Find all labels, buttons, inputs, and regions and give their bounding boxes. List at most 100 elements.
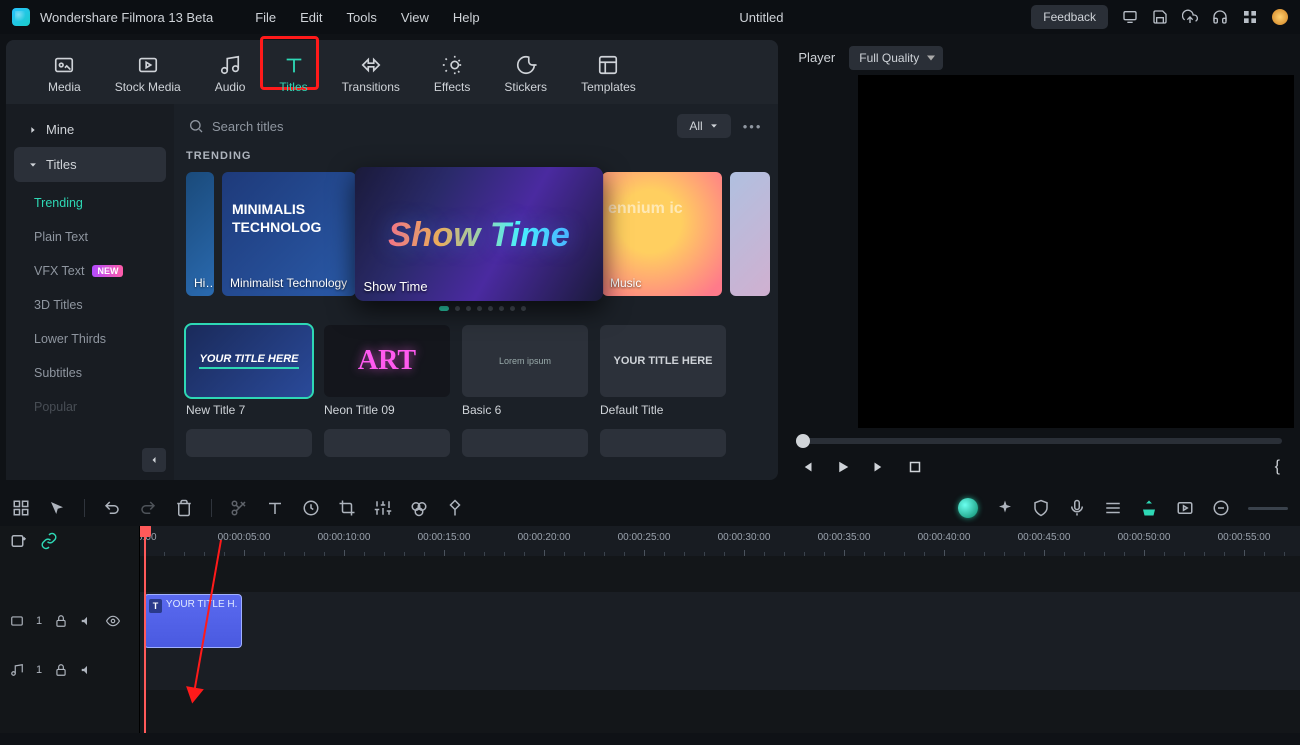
link-icon[interactable] <box>40 532 58 550</box>
expand-icon[interactable]: { <box>1262 458 1280 476</box>
sidebar-item-mine[interactable]: Mine <box>14 112 166 147</box>
title-card[interactable]: YOUR TITLE HERENew Title 7 <box>186 325 312 417</box>
quality-dropdown[interactable]: Full Quality <box>849 46 943 70</box>
mixer-icon[interactable] <box>1104 499 1122 517</box>
adjust-icon[interactable] <box>374 499 392 517</box>
delete-button[interactable] <box>175 499 193 517</box>
audio-track-header[interactable]: 1 <box>0 650 139 690</box>
eye-icon[interactable] <box>106 614 120 628</box>
menu-help[interactable]: Help <box>453 10 480 25</box>
track-area[interactable]: 00:0000:00:05:0000:00:10:0000:00:15:0000… <box>140 526 1300 733</box>
filter-dropdown[interactable]: All <box>677 114 730 138</box>
sidebar-sub-trending[interactable]: Trending <box>22 186 166 220</box>
title-card[interactable]: YOUR TITLE HEREDefault Title <box>600 325 726 417</box>
text-tool-icon[interactable] <box>266 499 284 517</box>
title-thumb[interactable]: ART <box>324 325 450 397</box>
mic-icon[interactable] <box>1068 499 1086 517</box>
prev-frame-button[interactable] <box>798 458 816 476</box>
clip-label: YOUR TITLE H... <box>166 599 237 610</box>
keyframe-icon[interactable] <box>446 499 464 517</box>
tab-stock-media[interactable]: Stock Media <box>109 48 187 104</box>
tab-effects[interactable]: Effects <box>428 48 476 104</box>
tab-titles[interactable]: Titles <box>273 48 313 104</box>
crop-icon[interactable] <box>338 499 356 517</box>
audio-track[interactable] <box>140 650 1300 690</box>
cloud-upload-icon[interactable] <box>1182 9 1198 25</box>
undo-button[interactable] <box>103 499 121 517</box>
ai-assistant-icon[interactable] <box>958 498 978 518</box>
lock-icon[interactable] <box>54 614 68 628</box>
zoom-out-icon[interactable] <box>1212 499 1230 517</box>
tab-stickers[interactable]: Stickers <box>498 48 553 104</box>
next-frame-button[interactable] <box>870 458 888 476</box>
sidebar-sub-subtitles[interactable]: Subtitles <box>22 356 166 390</box>
avatar[interactable] <box>1272 9 1288 25</box>
split-button[interactable] <box>230 499 248 517</box>
title-card[interactable]: Lorem ipsumBasic 6 <box>462 325 588 417</box>
search-input[interactable]: Search titles <box>186 118 669 134</box>
menu-view[interactable]: View <box>401 10 429 25</box>
marker-icon[interactable] <box>1140 499 1158 517</box>
title-card-loading <box>600 429 726 457</box>
section-heading: TRENDING <box>186 150 778 162</box>
trending-card[interactable]: Hi… <box>186 172 214 296</box>
sidebar-item-titles[interactable]: Titles <box>14 147 166 182</box>
play-button[interactable] <box>834 458 852 476</box>
redo-button[interactable] <box>139 499 157 517</box>
player-progress[interactable] <box>796 438 1282 444</box>
cursor-icon[interactable] <box>48 499 66 517</box>
video-track[interactable]: T YOUR TITLE H... <box>140 592 1300 650</box>
headphones-icon[interactable] <box>1212 9 1228 25</box>
sidebar-sub-lower-thirds[interactable]: Lower Thirds <box>22 322 166 356</box>
time-ruler[interactable]: 00:0000:00:05:0000:00:10:0000:00:15:0000… <box>140 526 1300 556</box>
color-icon[interactable] <box>410 499 428 517</box>
sparkle-icon[interactable] <box>996 499 1014 517</box>
carousel-pager[interactable] <box>186 306 778 311</box>
timeline-toolbar <box>0 490 1300 526</box>
monitor-icon[interactable] <box>1122 9 1138 25</box>
app-title: Wondershare Filmora 13 Beta <box>40 10 213 25</box>
title-thumb[interactable]: YOUR TITLE HERE <box>186 325 312 397</box>
sidebar-sub-popular[interactable]: Popular <box>22 390 166 424</box>
add-track-icon[interactable] <box>10 532 28 550</box>
lock-icon[interactable] <box>54 663 68 677</box>
sidebar-sub-vfx-text[interactable]: VFX TextNEW <box>22 254 166 288</box>
title-thumb[interactable]: YOUR TITLE HERE <box>600 325 726 397</box>
collapse-sidebar-button[interactable] <box>142 448 166 472</box>
tab-media[interactable]: Media <box>42 48 87 104</box>
trending-card[interactable]: MINIMALIS TECHNOLOGMinimalist Technology <box>222 172 356 296</box>
speed-icon[interactable] <box>302 499 320 517</box>
layout-icon[interactable] <box>12 499 30 517</box>
save-icon[interactable] <box>1152 9 1168 25</box>
apps-grid-icon[interactable] <box>1242 9 1258 25</box>
feedback-button[interactable]: Feedback <box>1031 5 1108 29</box>
trending-card[interactable]: ennium icMusic <box>602 172 722 296</box>
progress-knob[interactable] <box>796 434 810 448</box>
title-clip[interactable]: T YOUR TITLE H... <box>144 594 242 648</box>
new-badge: NEW <box>92 265 123 277</box>
trending-card-featured[interactable]: Show TimeShow Time <box>355 167 603 301</box>
sidebar-sub-3d-titles[interactable]: 3D Titles <box>22 288 166 322</box>
shield-icon[interactable] <box>1032 499 1050 517</box>
render-icon[interactable] <box>1176 499 1194 517</box>
tab-templates[interactable]: Templates <box>575 48 642 104</box>
stop-button[interactable] <box>906 458 924 476</box>
tab-transitions[interactable]: Transitions <box>336 48 406 104</box>
trending-carousel[interactable]: Hi… MINIMALIS TECHNOLOGMinimalist Techno… <box>186 172 778 296</box>
menu-file[interactable]: File <box>255 10 276 25</box>
zoom-slider[interactable] <box>1248 507 1288 510</box>
more-options-icon[interactable]: ••• <box>739 119 767 134</box>
title-thumb[interactable]: Lorem ipsum <box>462 325 588 397</box>
trending-card[interactable] <box>730 172 770 296</box>
tab-audio[interactable]: Audio <box>209 48 252 104</box>
sidebar-sub-plain-text[interactable]: Plain Text <box>22 220 166 254</box>
menu-edit[interactable]: Edit <box>300 10 322 25</box>
menu-tools[interactable]: Tools <box>347 10 377 25</box>
video-viewport[interactable] <box>858 75 1294 428</box>
video-track-header[interactable]: 1 <box>0 592 139 650</box>
playhead[interactable] <box>144 526 146 733</box>
mute-icon[interactable] <box>80 663 94 677</box>
mute-icon[interactable] <box>80 614 94 628</box>
content-area: Search titles All ••• TRENDING Hi… MINIM… <box>174 104 778 480</box>
title-card[interactable]: ARTNeon Title 09 <box>324 325 450 417</box>
